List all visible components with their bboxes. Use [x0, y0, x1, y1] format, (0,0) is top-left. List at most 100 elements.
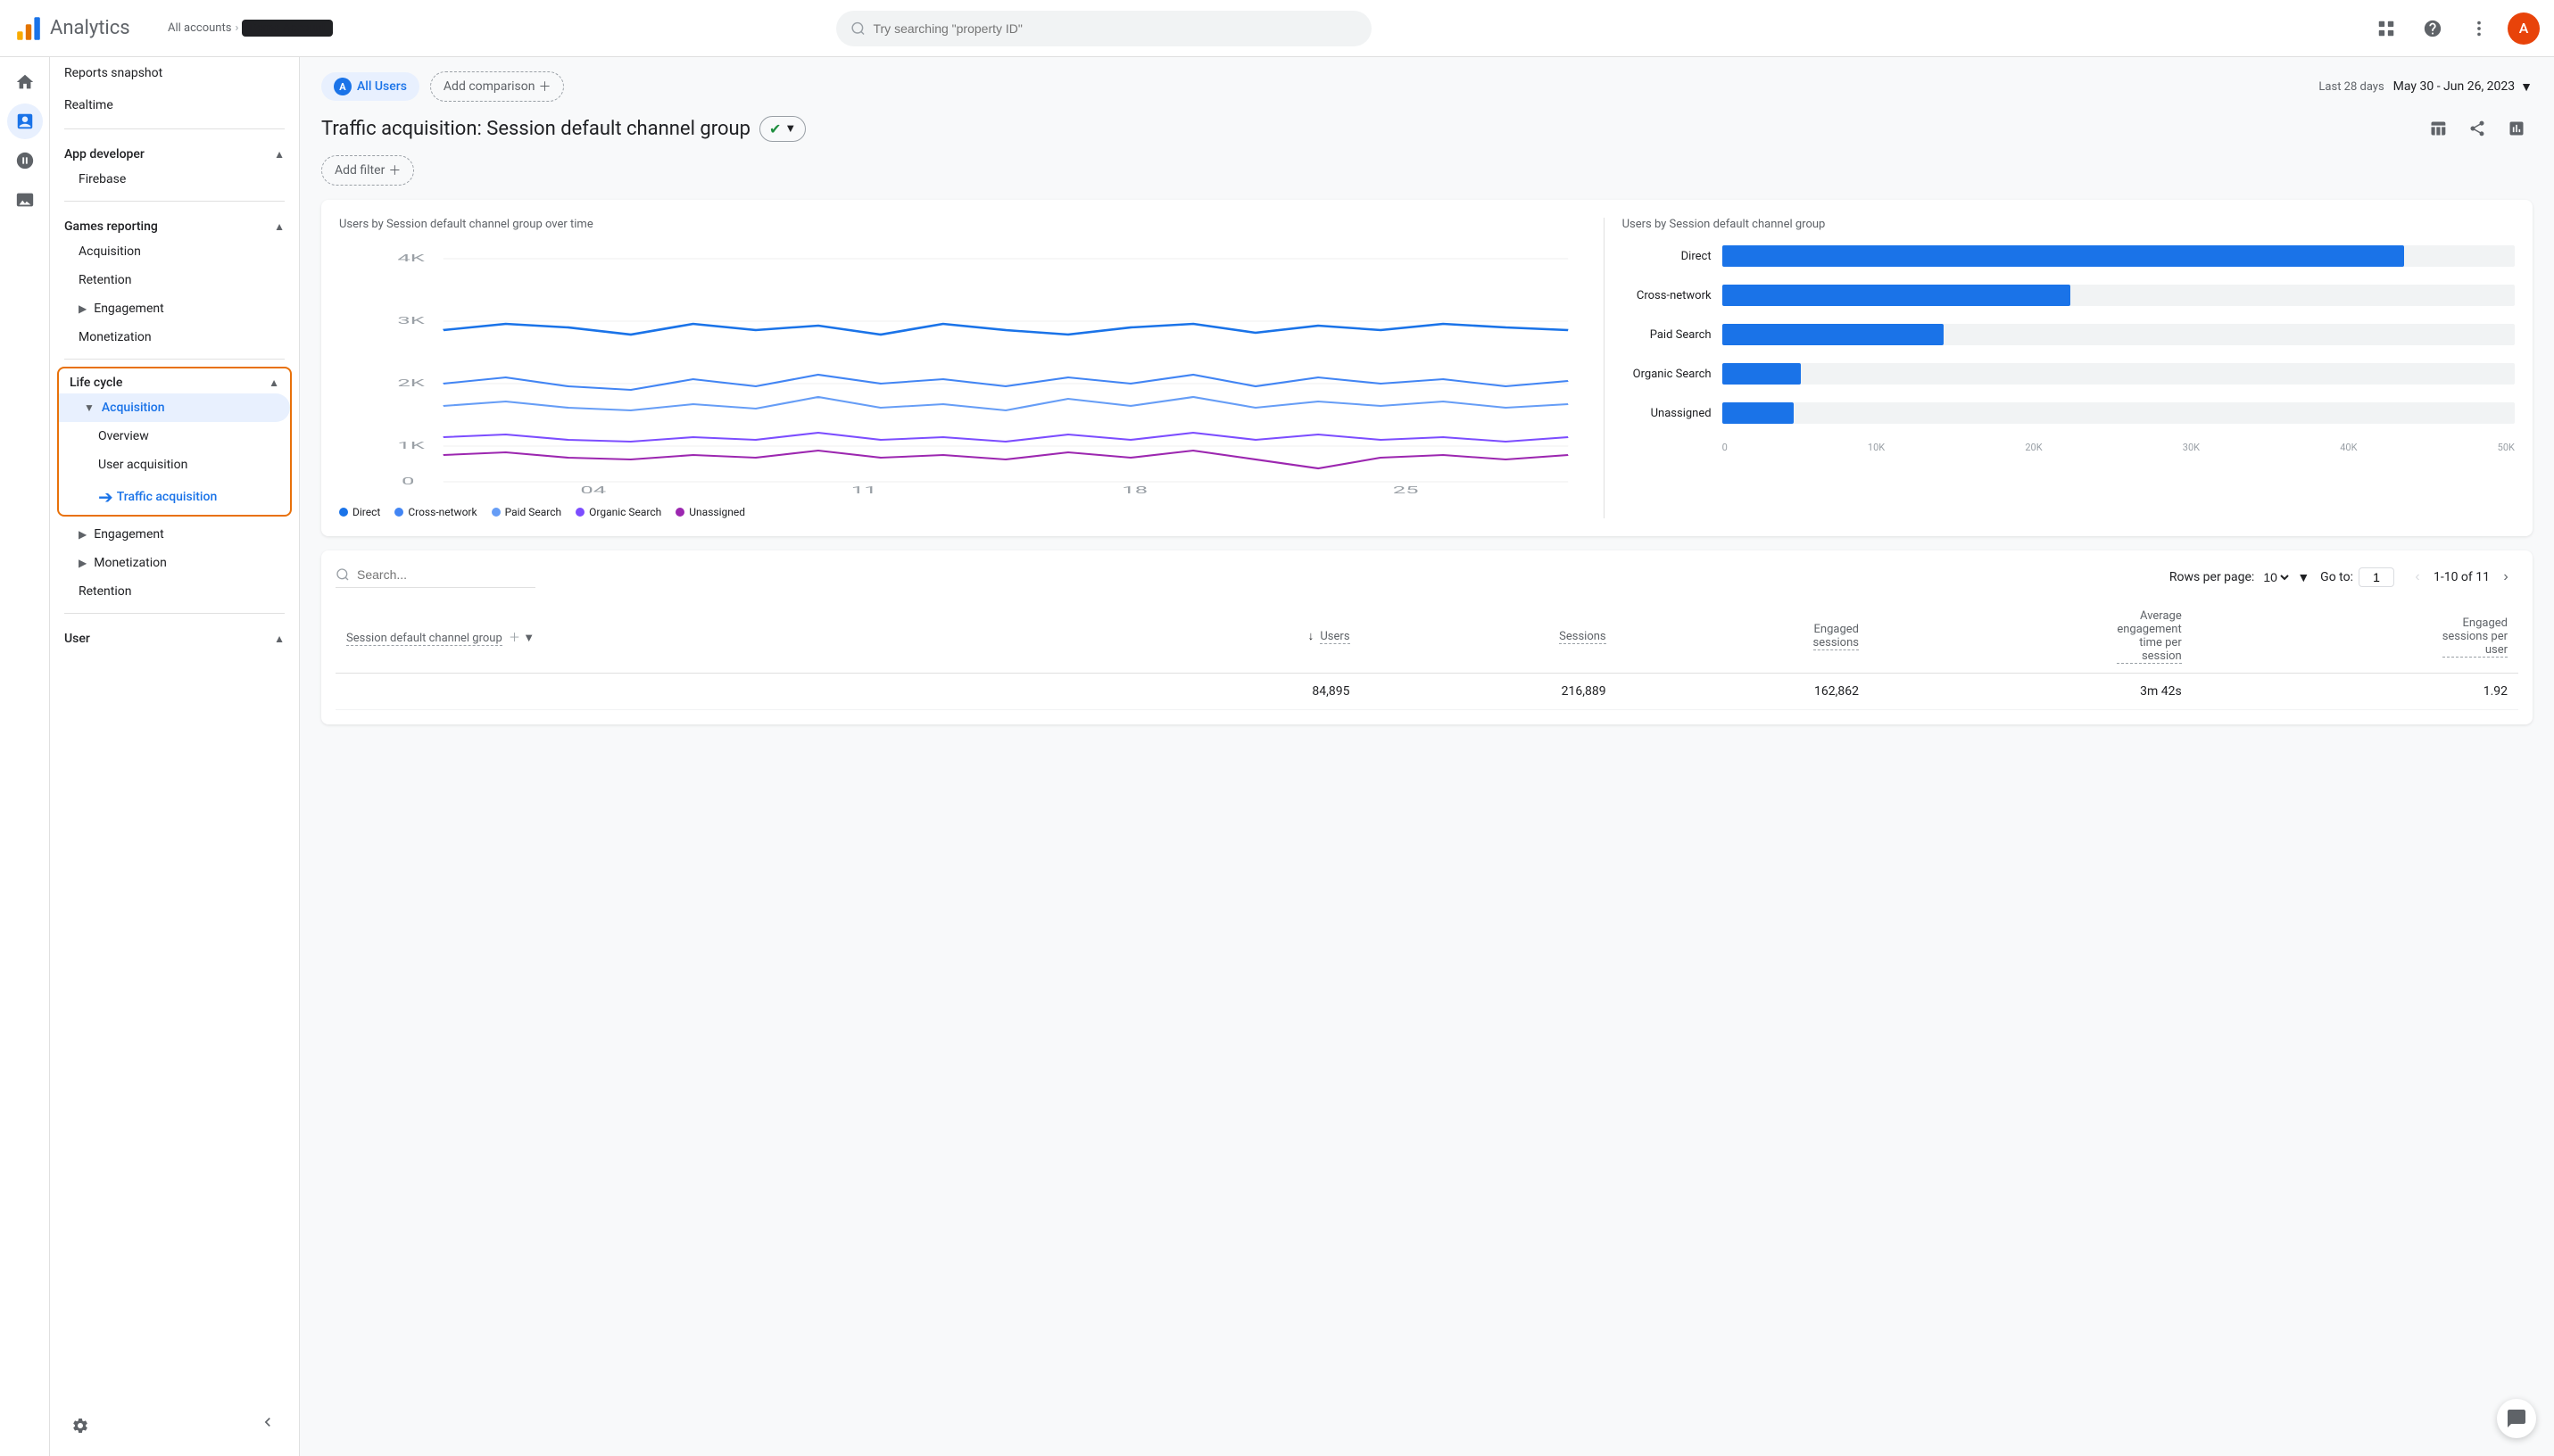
search-input[interactable] — [873, 21, 1357, 36]
sidebar-games-monetization[interactable]: Monetization — [50, 323, 299, 352]
sidebar-firebase[interactable]: Firebase — [50, 165, 299, 194]
share-btn[interactable] — [2422, 112, 2454, 145]
sidebar-realtime[interactable]: Realtime — [50, 89, 299, 121]
bar-axis: 0 10K 20K 30K 40K 50K — [1622, 442, 2515, 453]
page-input[interactable] — [2359, 567, 2394, 587]
col-engaged-sessions-header[interactable]: Engagedsessions — [1617, 600, 1870, 674]
bar-axis-10k: 10K — [1868, 442, 1885, 453]
share-icon — [2468, 120, 2486, 137]
sidebar-lifecycle-user-acquisition[interactable]: User acquisition — [59, 451, 290, 479]
rail-reports[interactable] — [7, 103, 43, 139]
collapse-sidebar-btn[interactable] — [252, 1406, 284, 1442]
sidebar-lifecycle-header[interactable]: Life cycle ▲ — [59, 368, 290, 393]
sidebar-user-header[interactable]: User ▲ — [50, 621, 299, 649]
add-filter-btn[interactable]: Add filter ＋ — [321, 155, 414, 186]
collapse-icon-btn[interactable] — [252, 1406, 284, 1442]
svg-text:04: 04 — [580, 484, 606, 495]
table-search[interactable] — [336, 567, 535, 588]
next-page-btn[interactable]: › — [2493, 565, 2518, 590]
prev-page-btn[interactable]: ‹ — [2405, 565, 2430, 590]
bar-row-cross-network: Cross-network — [1622, 285, 2515, 306]
col-engaged-per-user-label: Engagedsessions peruser — [2442, 616, 2508, 658]
sidebar-games-engagement[interactable]: ▶ Engagement — [50, 294, 299, 323]
cell-channel — [336, 674, 1123, 710]
rail-home[interactable] — [7, 64, 43, 100]
legend-dot-organic-search — [576, 508, 585, 517]
settings-btn[interactable] — [61, 1410, 100, 1442]
bar-chart-area: Users by Session default channel group D… — [1604, 218, 2515, 518]
bar-axis-30k: 30K — [2183, 442, 2200, 453]
bar-fill-organic-search — [1722, 363, 1802, 385]
sidebar-app-developer-header[interactable]: App developer ▲ — [50, 136, 299, 165]
legend-paid-search: Paid Search — [492, 506, 562, 518]
page-title-row: Traffic acquisition: Session default cha… — [321, 112, 2533, 145]
help-icon-btn[interactable] — [2415, 11, 2450, 46]
grid-icon-btn[interactable] — [2368, 11, 2404, 46]
col-channel-header[interactable]: Session default channel group ＋ ▼ — [336, 600, 1123, 674]
svg-text:4K: 4K — [397, 252, 425, 264]
bar-row-unassigned: Unassigned — [1622, 402, 2515, 424]
col-users-label: Users — [1320, 630, 1349, 644]
filter-bar: Add filter ＋ — [321, 155, 2533, 186]
chevron-down-col-icon: ▼ — [523, 632, 535, 645]
highlighted-section: Life cycle ▲ ▼ Acquisition Overview User… — [57, 367, 292, 517]
table-search-icon — [336, 567, 350, 582]
legend-direct: Direct — [339, 506, 380, 518]
export-btn[interactable] — [2461, 112, 2493, 145]
col-sessions-header[interactable]: Sessions — [1361, 600, 1617, 674]
col-avg-engagement-header[interactable]: Averageengagementtime persession — [1870, 600, 2193, 674]
avatar[interactable]: A — [2508, 12, 2540, 45]
title-badge[interactable]: ✔ ▼ — [759, 116, 806, 142]
svg-text:11: 11 — [851, 484, 877, 495]
sidebar-lifecycle-overview[interactable]: Overview — [59, 422, 290, 451]
sidebar-games-acquisition[interactable]: Acquisition — [50, 237, 299, 266]
rows-per-page-select[interactable]: 10 25 50 — [2260, 569, 2292, 585]
add-comparison-btn[interactable]: Add comparison ＋ — [430, 71, 565, 102]
bar-row-direct: Direct — [1622, 245, 2515, 267]
sidebar-app-developer-title: App developer — [64, 147, 145, 161]
sidebar-lifecycle-acquisition[interactable]: ▼ Acquisition — [59, 393, 290, 422]
legend-dot-unassigned — [676, 508, 684, 517]
arrow-indicator: ➔ — [98, 486, 113, 508]
table-chart-icon — [2429, 120, 2447, 137]
main-header: A All Users Add comparison ＋ Last 28 day… — [321, 71, 2533, 102]
bar-track-organic-search — [1722, 363, 2515, 385]
title-actions — [2422, 112, 2533, 145]
page-title-text: Traffic acquisition: Session default cha… — [321, 118, 750, 140]
cell-engaged-sessions: 162,862 — [1617, 674, 1870, 710]
check-icon: ✔ — [769, 120, 781, 137]
sidebar-lifecycle-traffic-acquisition[interactable]: ➔ Traffic acquisition — [59, 479, 290, 515]
sidebar-games-retention[interactable]: Retention — [50, 266, 299, 294]
sidebar-overview-label: Overview — [98, 429, 149, 443]
all-users-badge[interactable]: A All Users — [321, 72, 419, 101]
bar-track-cross-network — [1722, 285, 2515, 306]
rail-ads[interactable] — [7, 182, 43, 218]
col-add-icon[interactable]: ＋ — [509, 632, 520, 645]
table-search-input[interactable] — [357, 567, 535, 582]
sidebar-lifecycle-monetization[interactable]: ▶ Monetization — [50, 549, 299, 577]
date-range-selector[interactable]: Last 28 days May 30 - Jun 26, 2023 ▼ — [2318, 79, 2533, 95]
chevron-up-icon: ▲ — [274, 148, 285, 161]
insights-btn[interactable] — [2500, 112, 2533, 145]
col-users-header[interactable]: ↓ Users — [1123, 600, 1360, 674]
legend-dot-cross-network — [394, 508, 403, 517]
breadcrumb-all-accounts[interactable]: All accounts — [168, 21, 231, 35]
bar-track-direct — [1722, 245, 2515, 267]
rail-explore[interactable] — [7, 143, 43, 178]
more-icon-btn[interactable] — [2461, 11, 2497, 46]
plus-filter-icon: ＋ — [388, 161, 401, 179]
sidebar-lifecycle-engagement[interactable]: ▶ Engagement — [50, 520, 299, 549]
add-filter-label: Add filter — [335, 163, 385, 178]
col-avg-engagement-label: Averageengagementtime persession — [2117, 609, 2181, 664]
chat-btn[interactable] — [2497, 1399, 2536, 1438]
bar-fill-cross-network — [1722, 285, 2071, 306]
sidebar-games-reporting-header[interactable]: Games reporting ▲ — [50, 209, 299, 237]
sidebar-lifecycle-acquisition-label: Acquisition — [102, 401, 165, 415]
sidebar-lifecycle-retention[interactable]: Retention — [50, 577, 299, 606]
col-engaged-per-user-header[interactable]: Engagedsessions peruser — [2193, 600, 2518, 674]
search-bar[interactable] — [836, 11, 1372, 46]
page-title: Traffic acquisition: Session default cha… — [321, 116, 806, 142]
sidebar-reports-snapshot[interactable]: Reports snapshot — [50, 57, 299, 89]
legend-unassigned-label: Unassigned — [689, 506, 745, 518]
svg-text:2K: 2K — [397, 377, 425, 389]
